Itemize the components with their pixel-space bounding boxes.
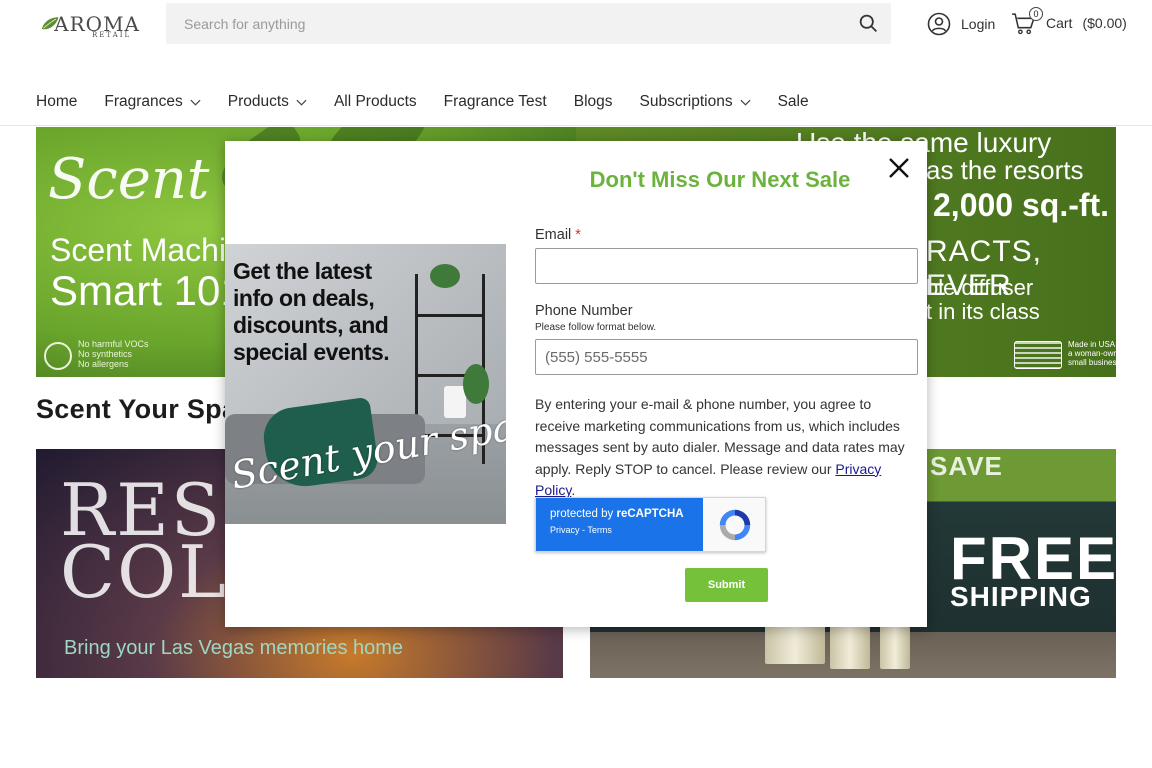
recaptcha-brand: reCAPTCHA	[616, 508, 684, 520]
recaptcha-icon	[719, 509, 751, 541]
submit-button[interactable]: Submit	[685, 568, 768, 602]
recaptcha-badge[interactable]: protected by reCAPTCHA Privacy - Terms	[535, 497, 766, 552]
recaptcha-links[interactable]: Privacy - Terms	[550, 525, 703, 535]
promo-image: Get the latest info on deals, discounts,…	[225, 244, 506, 524]
recaptcha-label: protected by reCAPTCHA Privacy - Terms	[536, 498, 703, 551]
consent-text: By entering your e-mail & phone number, …	[535, 394, 915, 502]
email-field[interactable]	[535, 248, 918, 284]
email-label-text: Email	[535, 227, 572, 243]
email-label: Email *	[535, 227, 581, 243]
shelf-bar	[418, 314, 482, 317]
plant	[430, 264, 460, 288]
phone-label: Phone Number	[535, 303, 633, 319]
page: AROMA RETAIL Login 0 Cart ($0.00) Hom	[0, 0, 1152, 768]
phone-field[interactable]	[535, 339, 918, 375]
plant	[463, 364, 489, 404]
required-asterisk: *	[575, 227, 581, 243]
phone-hint: Please follow format below.	[535, 322, 657, 333]
promo-text: Get the latest info on deals, discounts,…	[233, 258, 390, 365]
modal-title: Don't Miss Our Next Sale	[589, 167, 851, 192]
close-icon[interactable]	[887, 156, 911, 180]
recaptcha-prefix: protected by	[550, 508, 617, 520]
signup-modal: Get the latest info on deals, discounts,…	[225, 141, 927, 627]
consent-end: .	[571, 482, 576, 498]
recaptcha-main: protected by reCAPTCHA	[550, 508, 703, 520]
